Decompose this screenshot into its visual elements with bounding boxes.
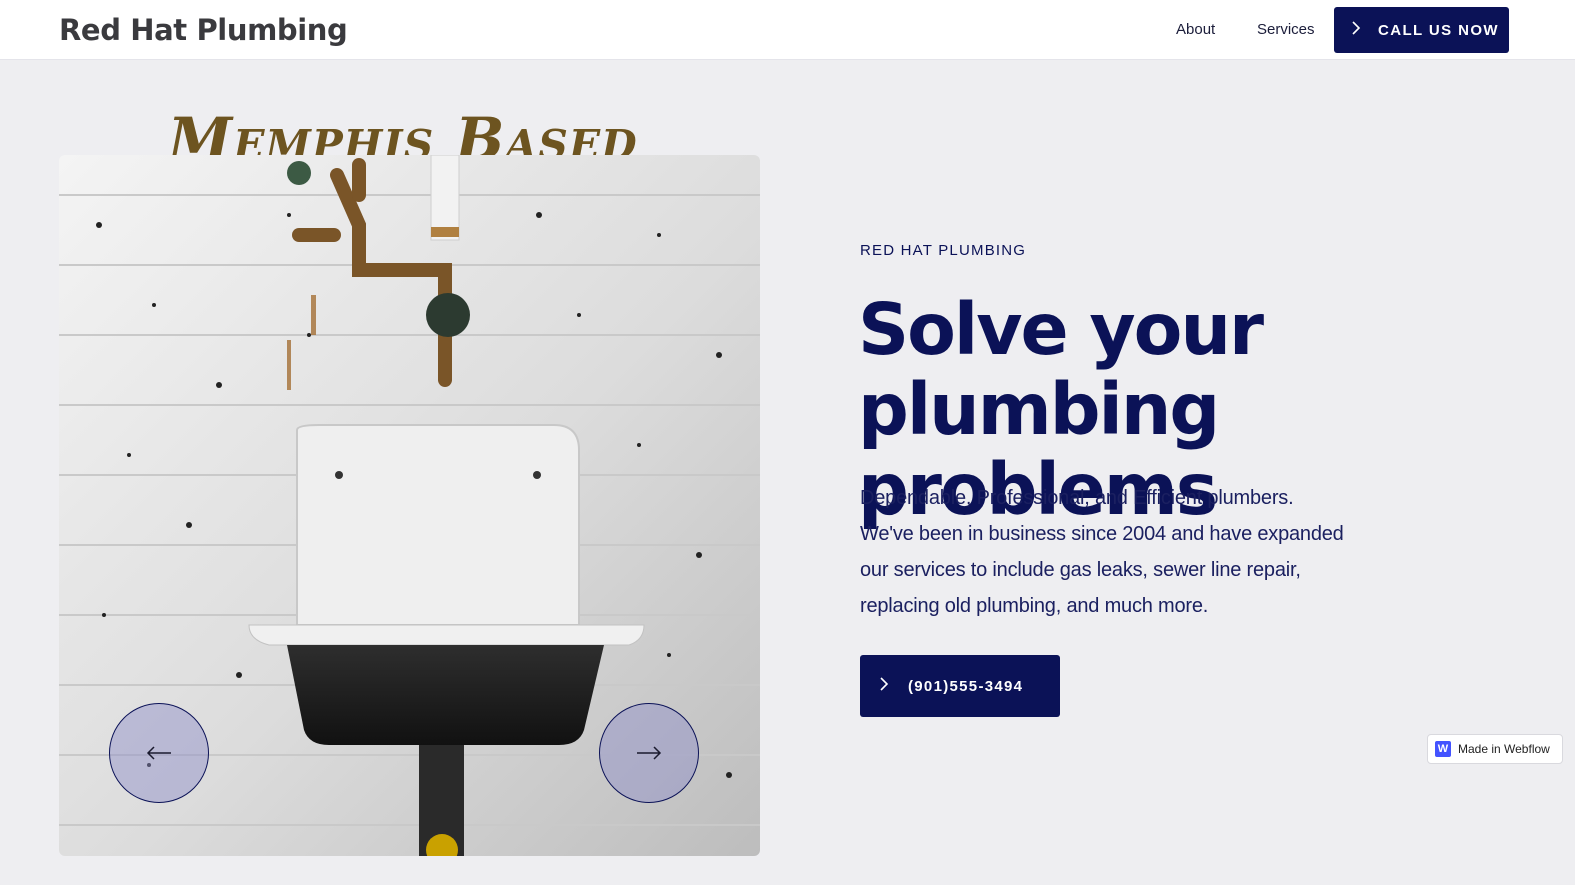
arrow-right-icon bbox=[636, 746, 662, 760]
arrow-left-icon bbox=[146, 746, 172, 760]
phone-number-label: (901)555-3494 bbox=[908, 677, 1024, 695]
chevron-right-icon bbox=[878, 676, 900, 697]
slider-prev-button[interactable] bbox=[109, 703, 209, 803]
made-in-webflow-badge[interactable]: W Made in Webflow bbox=[1427, 734, 1563, 764]
memphis-based-heading: Memphis Based bbox=[168, 105, 638, 155]
nav-link-about[interactable]: About bbox=[1176, 21, 1215, 38]
phone-call-button[interactable]: (901)555-3494 bbox=[860, 655, 1060, 717]
eyebrow-label: RED HAT PLUMBING bbox=[860, 242, 1027, 259]
webflow-logo-icon: W bbox=[1435, 741, 1451, 757]
description-line: Dependable, Professional, and Efficient … bbox=[860, 487, 1294, 509]
slider-next-button[interactable] bbox=[599, 703, 699, 803]
call-us-now-button[interactable]: CALL US NOW bbox=[1334, 7, 1509, 53]
webflow-badge-label: Made in Webflow bbox=[1458, 742, 1550, 756]
description-line: our services to include gas leaks, sewer… bbox=[860, 559, 1301, 581]
hero-description: Dependable, Professional, and Efficient … bbox=[860, 480, 1360, 624]
nav-link-services[interactable]: Services bbox=[1257, 21, 1315, 38]
description-line: We've been in business since 2004 and ha… bbox=[860, 523, 1344, 545]
chevron-right-icon bbox=[1350, 20, 1372, 41]
hero-slider bbox=[59, 155, 760, 856]
headline-line-1: Solve your bbox=[858, 288, 1264, 371]
call-us-now-label: CALL US NOW bbox=[1378, 21, 1499, 39]
description-line: replacing old plumbing, and much more. bbox=[860, 595, 1209, 617]
navbar: Red Hat Plumbing About Services CALL US … bbox=[0, 0, 1575, 60]
site-logo[interactable]: Red Hat Plumbing bbox=[59, 13, 348, 47]
